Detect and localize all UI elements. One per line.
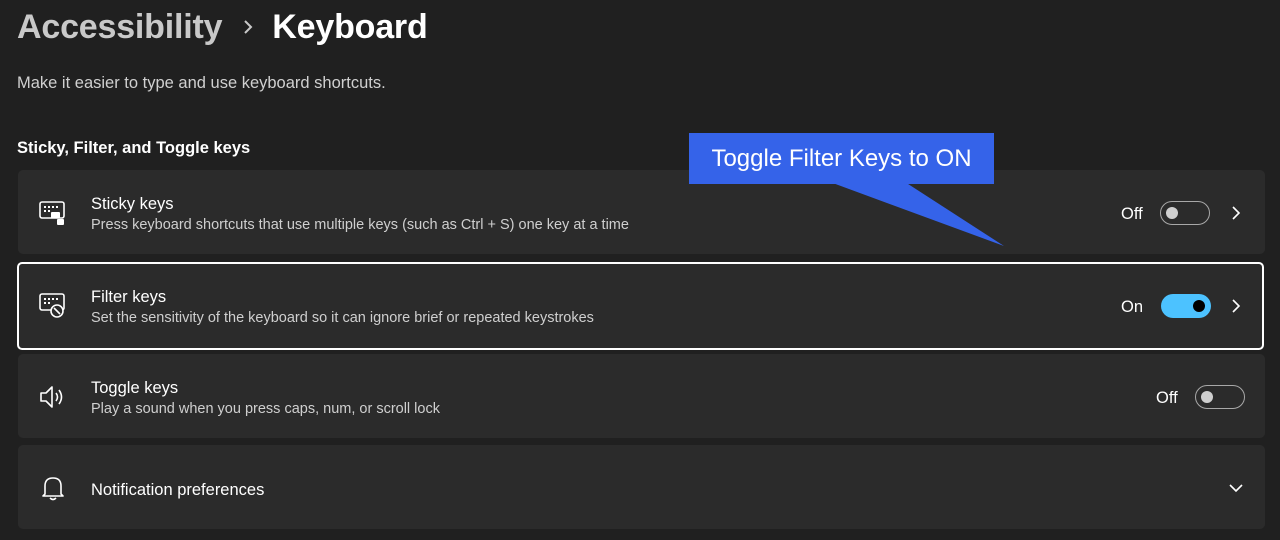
setting-title: Filter keys <box>91 288 167 306</box>
speaker-icon <box>38 382 68 412</box>
section-title: Sticky, Filter, and Toggle keys <box>17 139 251 157</box>
toggle-state-label: On <box>1121 298 1144 316</box>
chevron-right-icon[interactable] <box>1229 206 1243 220</box>
chevron-right-icon[interactable] <box>1229 299 1243 313</box>
chevron-down-icon[interactable] <box>1229 481 1243 495</box>
setting-filter-keys[interactable]: Filter keys Set the sensitivity of the k… <box>17 262 1264 350</box>
page-title: Keyboard <box>272 7 428 46</box>
setting-title: Toggle keys <box>91 379 179 397</box>
bell-icon <box>38 473 68 503</box>
breadcrumb: Accessibility Keyboard <box>17 4 428 50</box>
toggle-state-label: Off <box>1121 205 1143 223</box>
setting-title: Sticky keys <box>91 195 174 213</box>
setting-subtitle: Press keyboard shortcuts that use multip… <box>91 217 629 233</box>
setting-sticky-keys[interactable]: Sticky keys Press keyboard shortcuts tha… <box>18 170 1265 254</box>
sticky-keys-toggle[interactable] <box>1160 201 1210 225</box>
setting-toggle-keys[interactable]: Toggle keys Play a sound when you press … <box>18 354 1265 438</box>
toggle-keys-toggle[interactable] <box>1195 385 1245 409</box>
setting-subtitle: Play a sound when you press caps, num, o… <box>91 401 440 417</box>
setting-subtitle: Set the sensitivity of the keyboard so i… <box>91 310 594 326</box>
notification-preferences-row[interactable]: Notification preferences <box>18 445 1265 529</box>
breadcrumb-parent-accessibility[interactable]: Accessibility <box>17 8 222 47</box>
filter-keys-toggle[interactable] <box>1161 294 1211 318</box>
notification-preferences-title: Notification preferences <box>91 481 265 499</box>
keyboard-filter-icon <box>38 290 68 320</box>
keyboard-sticky-icon <box>38 198 68 228</box>
toggle-state-label: Off <box>1156 389 1178 407</box>
callout-annotation: Toggle Filter Keys to ON <box>689 133 994 184</box>
chevron-right-icon <box>242 18 254 36</box>
page-description: Make it easier to type and use keyboard … <box>17 74 386 92</box>
